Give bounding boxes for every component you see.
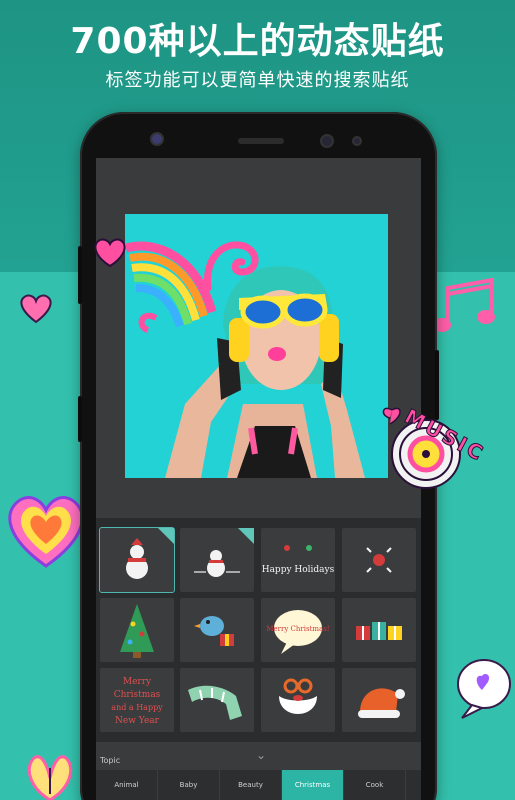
merry-christmas-text-sticker-icon: Merry Christmas and a Happy New Year [111, 677, 163, 726]
sticker-tile-bird-gift[interactable] [180, 598, 254, 662]
phone-side-button [78, 246, 82, 304]
new-badge-icon [238, 528, 254, 544]
happy-holidays-sticker-icon: Happy Holidays [262, 545, 335, 575]
music-note-icon [433, 277, 495, 332]
santa-hat-sticker-icon [358, 688, 405, 718]
sticker-tile-santa-beard[interactable] [261, 668, 335, 732]
sticker-tile-snowman-greeting[interactable] [180, 528, 254, 592]
merry-line-1: Merry [123, 677, 152, 687]
topic-tabs: Animal Baby Beauty Christmas Cook [96, 770, 421, 800]
phone-side-button [78, 396, 82, 442]
christmas-tree-sticker-icon [120, 604, 154, 658]
music-speech-bubble-icon [457, 659, 511, 719]
banner-subline: 标签功能可以更简单快速的搜索贴纸 [105, 70, 410, 91]
sticker-tile-santa-hat[interactable] [342, 668, 416, 732]
sticker-tile-happy-holidays[interactable]: Happy Holidays [261, 528, 335, 592]
santa-beard-sticker-icon [279, 678, 317, 714]
merry-line-2: Christmas [114, 690, 161, 700]
small-heart-icon [20, 294, 52, 324]
chevron-down-icon[interactable]: ⌄ [256, 748, 266, 762]
christmas-ornament-sticker-icon [366, 547, 392, 573]
happy-holidays-text: Happy Holidays [262, 565, 335, 575]
sticker-tile-snowman[interactable] [99, 527, 175, 593]
sticker-tile-christmas-tree[interactable] [100, 598, 174, 662]
tab-beauty[interactable]: Beauty [220, 770, 282, 800]
rainbow-heart-icon [8, 495, 84, 568]
front-camera-icon [150, 132, 164, 146]
tab-cook[interactable]: Cook [344, 770, 406, 800]
tab-baby[interactable]: Baby [158, 770, 220, 800]
sticker-tile-gift-boxes[interactable] [342, 598, 416, 662]
swirl-sticker-icon[interactable] [200, 232, 266, 292]
sensor-icon [320, 134, 334, 148]
sticker-tile-merry-text[interactable]: Merry Christmas and a Happy New Year [100, 668, 174, 732]
tab-animal[interactable]: Animal [96, 770, 158, 800]
sticker-tile-merry-bubble[interactable]: Merry Christmas! [261, 598, 335, 662]
new-badge-icon [158, 528, 174, 544]
merry-line-3: and a Happy [111, 703, 163, 712]
banner-headline: 700种以上的动态贴纸 [70, 21, 445, 62]
butterfly-icon [27, 755, 73, 800]
sticker-tile-scarf[interactable] [180, 668, 254, 732]
bird-gift-sticker-icon [194, 616, 234, 646]
scarf-sticker-icon [188, 685, 242, 720]
merry-christmas-bubble-sticker-icon: Merry Christmas! [266, 610, 330, 654]
sensor-icon [352, 136, 362, 146]
topic-label: Topic [100, 756, 121, 765]
merry-christmas-bubble-text: Merry Christmas! [266, 625, 329, 633]
phone-speaker [238, 138, 284, 144]
tab-christmas[interactable]: Christmas [282, 770, 344, 800]
merry-line-4: New Year [115, 716, 160, 726]
gift-boxes-sticker-icon [356, 622, 402, 640]
sticker-tile-ornament[interactable] [342, 528, 416, 592]
